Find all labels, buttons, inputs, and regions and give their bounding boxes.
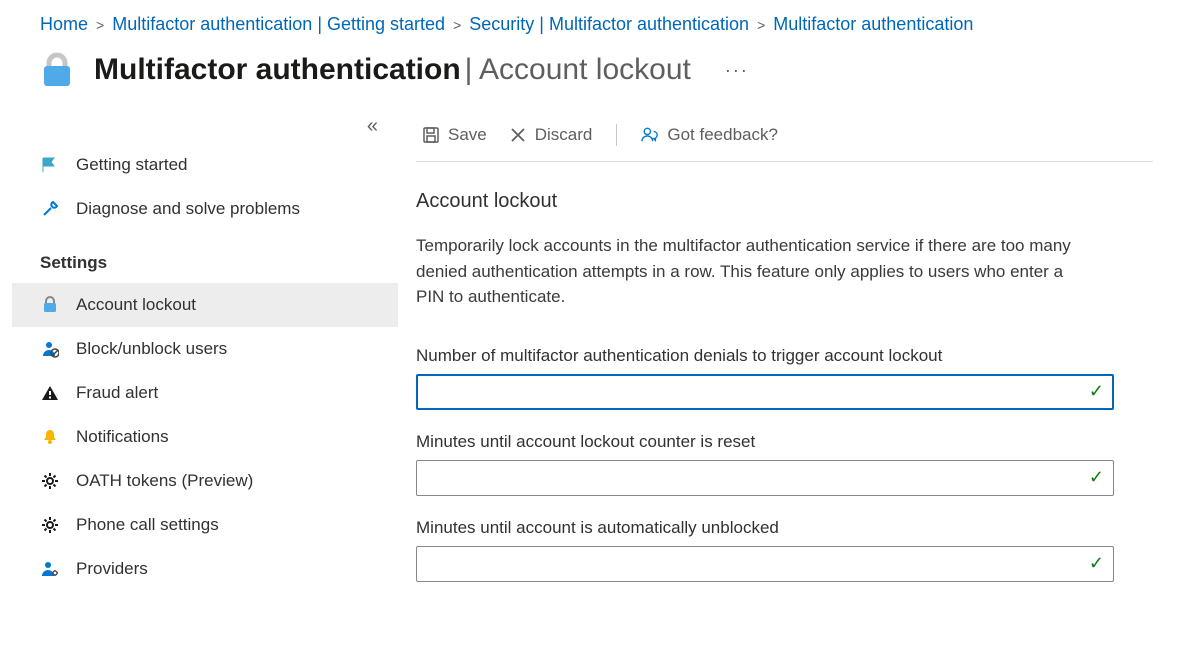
sidebar-item-label: Fraud alert <box>76 383 158 403</box>
sidebar-item-label: Providers <box>76 559 148 579</box>
reset-minutes-input[interactable] <box>416 460 1114 496</box>
feedback-icon <box>641 126 659 144</box>
save-icon <box>422 126 440 144</box>
sidebar-item-oath-tokens[interactable]: OATH tokens (Preview) <box>12 459 398 503</box>
sidebar-item-account-lockout[interactable]: Account lockout <box>12 283 398 327</box>
sidebar-item-block-unblock[interactable]: Block/unblock users <box>12 327 398 371</box>
sidebar-item-label: OATH tokens (Preview) <box>76 471 253 491</box>
main-content: Save Discard Got feedback? Account locko… <box>398 115 1177 604</box>
sidebar-item-getting-started[interactable]: Getting started <box>12 143 398 187</box>
feedback-label: Got feedback? <box>667 125 778 145</box>
page-subtitle: | Account lockout <box>465 53 691 86</box>
content-heading: Account lockout <box>416 190 1153 213</box>
toolbar: Save Discard Got feedback? <box>416 115 1153 162</box>
sidebar-item-label: Notifications <box>76 427 169 447</box>
gear-icon <box>40 471 60 491</box>
unblock-minutes-input[interactable] <box>416 546 1114 582</box>
page-title: Multifactor authentication <box>94 53 461 86</box>
sidebar: « Getting started Diagnose and solve pro… <box>0 115 398 604</box>
user-gear-icon <box>40 559 60 579</box>
flag-icon <box>40 155 60 175</box>
lock-icon <box>40 295 60 315</box>
gear-icon <box>40 515 60 535</box>
field-unblock-minutes: Minutes until account is automatically u… <box>416 518 1114 582</box>
breadcrumb-link-home[interactable]: Home <box>40 14 88 35</box>
sidebar-item-fraud-alert[interactable]: Fraud alert <box>12 371 398 415</box>
collapse-icon[interactable]: « <box>367 115 378 138</box>
discard-label: Discard <box>535 125 593 145</box>
close-icon <box>509 126 527 144</box>
sidebar-item-phone-call[interactable]: Phone call settings <box>12 503 398 547</box>
feedback-button[interactable]: Got feedback? <box>635 121 784 149</box>
breadcrumb: Home > Multifactor authentication | Gett… <box>0 0 1177 43</box>
sidebar-item-providers[interactable]: Providers <box>12 547 398 591</box>
sidebar-item-label: Account lockout <box>76 295 196 315</box>
denials-input[interactable] <box>416 374 1114 410</box>
discard-button[interactable]: Discard <box>503 121 599 149</box>
breadcrumb-link-security-mfa[interactable]: Security | Multifactor authentication <box>469 14 749 35</box>
lock-icon <box>36 49 78 91</box>
chevron-right-icon: > <box>757 17 765 33</box>
sidebar-item-label: Getting started <box>76 155 188 175</box>
sidebar-item-label: Diagnose and solve problems <box>76 199 300 219</box>
breadcrumb-link-mfa-getting-started[interactable]: Multifactor authentication | Getting sta… <box>112 14 445 35</box>
alert-icon <box>40 383 60 403</box>
sidebar-item-notifications[interactable]: Notifications <box>12 415 398 459</box>
content-description: Temporarily lock accounts in the multifa… <box>416 233 1096 310</box>
tools-icon <box>40 199 60 219</box>
more-icon[interactable]: ··· <box>725 60 749 81</box>
chevron-right-icon: > <box>96 17 104 33</box>
field-reset-minutes: Minutes until account lockout counter is… <box>416 432 1114 496</box>
sidebar-item-label: Phone call settings <box>76 515 219 535</box>
bell-icon <box>40 427 60 447</box>
field-denials: Number of multifactor authentication den… <box>416 346 1114 410</box>
field-label: Number of multifactor authentication den… <box>416 346 1114 366</box>
sidebar-item-label: Block/unblock users <box>76 339 227 359</box>
save-label: Save <box>448 125 487 145</box>
save-button[interactable]: Save <box>416 121 493 149</box>
sidebar-item-diagnose[interactable]: Diagnose and solve problems <box>12 187 398 231</box>
field-label: Minutes until account is automatically u… <box>416 518 1114 538</box>
user-block-icon <box>40 339 60 359</box>
page-header: Multifactor authentication | Account loc… <box>0 43 1177 115</box>
chevron-right-icon: > <box>453 17 461 33</box>
field-label: Minutes until account lockout counter is… <box>416 432 1114 452</box>
toolbar-separator <box>616 124 617 146</box>
breadcrumb-link-mfa[interactable]: Multifactor authentication <box>773 14 973 35</box>
sidebar-section-settings: Settings <box>12 231 398 283</box>
